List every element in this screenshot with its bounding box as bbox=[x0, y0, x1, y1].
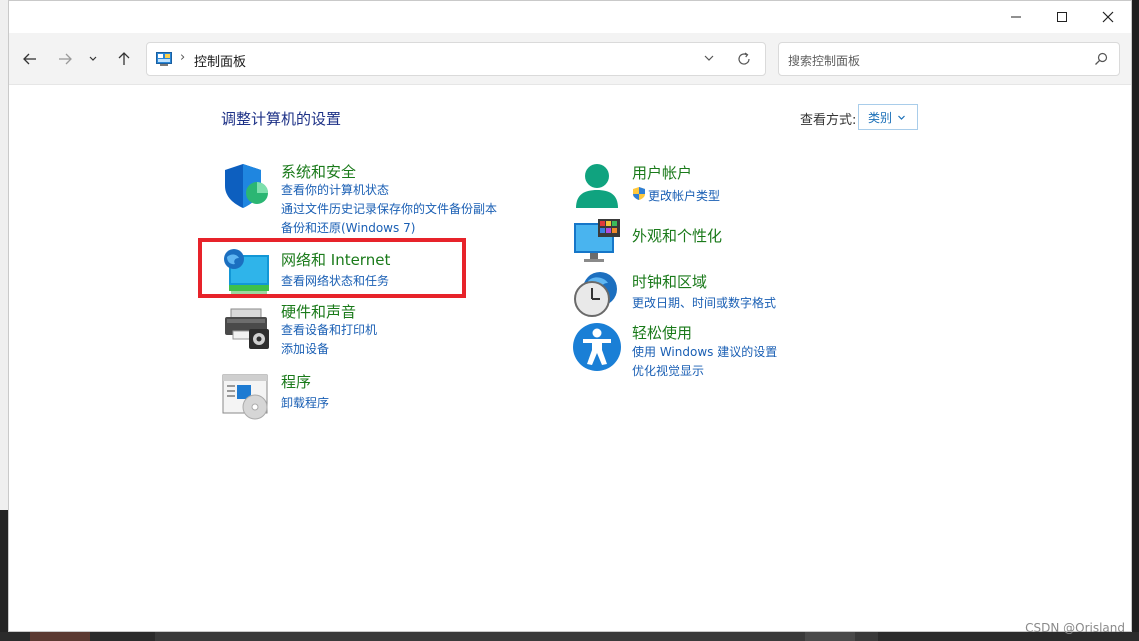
link-file-history-backup[interactable]: 通过文件历史记录保存你的文件备份副本 bbox=[281, 200, 497, 217]
accessibility-icon bbox=[573, 323, 621, 371]
maximize-button[interactable] bbox=[1039, 1, 1085, 33]
category-system-security: 系统和安全 查看你的计算机状态 通过文件历史记录保存你的文件备份副本 备份和还原… bbox=[221, 161, 521, 236]
category-title[interactable]: 硬件和声音 bbox=[281, 301, 356, 322]
category-hardware-sound: 硬件和声音 查看设备和打印机 添加设备 bbox=[221, 301, 481, 356]
clock-globe-icon bbox=[574, 272, 617, 317]
up-button[interactable] bbox=[112, 47, 136, 71]
page-title: 调整计算机的设置 bbox=[221, 110, 342, 128]
breadcrumb-separator: › bbox=[180, 50, 186, 65]
refresh-icon[interactable] bbox=[737, 52, 751, 66]
back-button[interactable] bbox=[18, 47, 42, 71]
arrow-left-icon bbox=[23, 53, 36, 65]
link-change-account-type[interactable]: 更改帐户类型 bbox=[648, 187, 720, 204]
view-by-label: 查看方式: bbox=[800, 113, 857, 128]
address-bar[interactable]: › 控制面板 bbox=[146, 42, 766, 76]
link-add-device[interactable]: 添加设备 bbox=[281, 340, 329, 357]
address-dropdown-icon[interactable] bbox=[703, 52, 715, 64]
search-box[interactable]: 搜索控制面板 bbox=[778, 42, 1120, 76]
category-programs: 程序 卸载程序 bbox=[221, 371, 421, 421]
minimize-icon bbox=[1011, 16, 1021, 18]
link-date-time-format[interactable]: 更改日期、时间或数字格式 bbox=[632, 294, 776, 311]
control-panel-window: › 控制面板 搜索控制面板 调整计算机的设置 查看方式: 类别 系统和安全 查看… bbox=[8, 0, 1132, 632]
view-by-value: 类别 bbox=[868, 110, 893, 125]
link-backup-restore[interactable]: 备份和还原(Windows 7) bbox=[281, 219, 415, 236]
category-user-accounts: 用户帐户 更改帐户类型 bbox=[572, 162, 792, 212]
chevron-down-icon bbox=[898, 115, 905, 120]
minimize-button[interactable] bbox=[993, 1, 1039, 33]
category-ease-of-access: 轻松使用 使用 Windows 建议的设置 优化视觉显示 bbox=[572, 322, 812, 379]
window-controls bbox=[993, 1, 1131, 33]
control-panel-icon bbox=[156, 52, 172, 66]
category-title[interactable]: 系统和安全 bbox=[281, 161, 356, 182]
category-title[interactable]: 用户帐户 bbox=[632, 162, 692, 183]
printer-icon bbox=[225, 308, 269, 349]
link-view-computer-status[interactable]: 查看你的计算机状态 bbox=[281, 181, 389, 198]
breadcrumb-control-panel[interactable]: 控制面板 bbox=[194, 51, 246, 70]
category-title[interactable]: 外观和个性化 bbox=[632, 225, 722, 246]
personalization-monitor-icon bbox=[574, 219, 620, 262]
close-icon bbox=[1102, 11, 1114, 23]
category-title[interactable]: 程序 bbox=[281, 371, 311, 392]
recent-locations-button[interactable] bbox=[84, 47, 102, 71]
arrow-right-icon bbox=[59, 53, 72, 65]
arrow-up-icon bbox=[118, 52, 130, 65]
desktop-background-dark bbox=[0, 510, 8, 641]
close-button[interactable] bbox=[1085, 1, 1131, 33]
forward-button[interactable] bbox=[53, 47, 77, 71]
link-recommended-settings[interactable]: 使用 Windows 建议的设置 bbox=[632, 343, 777, 360]
view-by-dropdown[interactable]: 类别 bbox=[858, 104, 918, 130]
watermark: CSDN @Orisland bbox=[1025, 621, 1125, 635]
category-title[interactable]: 时钟和区域 bbox=[632, 271, 707, 292]
uac-shield-icon bbox=[633, 187, 645, 200]
category-title[interactable]: 轻松使用 bbox=[632, 322, 692, 343]
search-input[interactable]: 搜索控制面板 bbox=[788, 52, 860, 69]
category-clock-region: 时钟和区域 更改日期、时间或数字格式 bbox=[572, 271, 812, 321]
user-icon bbox=[576, 164, 618, 208]
programs-icon bbox=[222, 374, 268, 420]
category-appearance-personalization: 外观和个性化 bbox=[572, 217, 792, 262]
highlight-annotation-box bbox=[198, 238, 466, 298]
link-uninstall-program[interactable]: 卸载程序 bbox=[281, 394, 329, 411]
navigation-bar: › 控制面板 搜索控制面板 bbox=[9, 33, 1131, 85]
shield-icon bbox=[225, 164, 268, 208]
maximize-icon bbox=[1057, 12, 1067, 22]
chevron-down-icon bbox=[89, 56, 97, 61]
search-icon[interactable] bbox=[1094, 52, 1108, 66]
link-devices-printers[interactable]: 查看设备和打印机 bbox=[281, 321, 377, 338]
link-optimize-visual-display[interactable]: 优化视觉显示 bbox=[632, 362, 704, 379]
